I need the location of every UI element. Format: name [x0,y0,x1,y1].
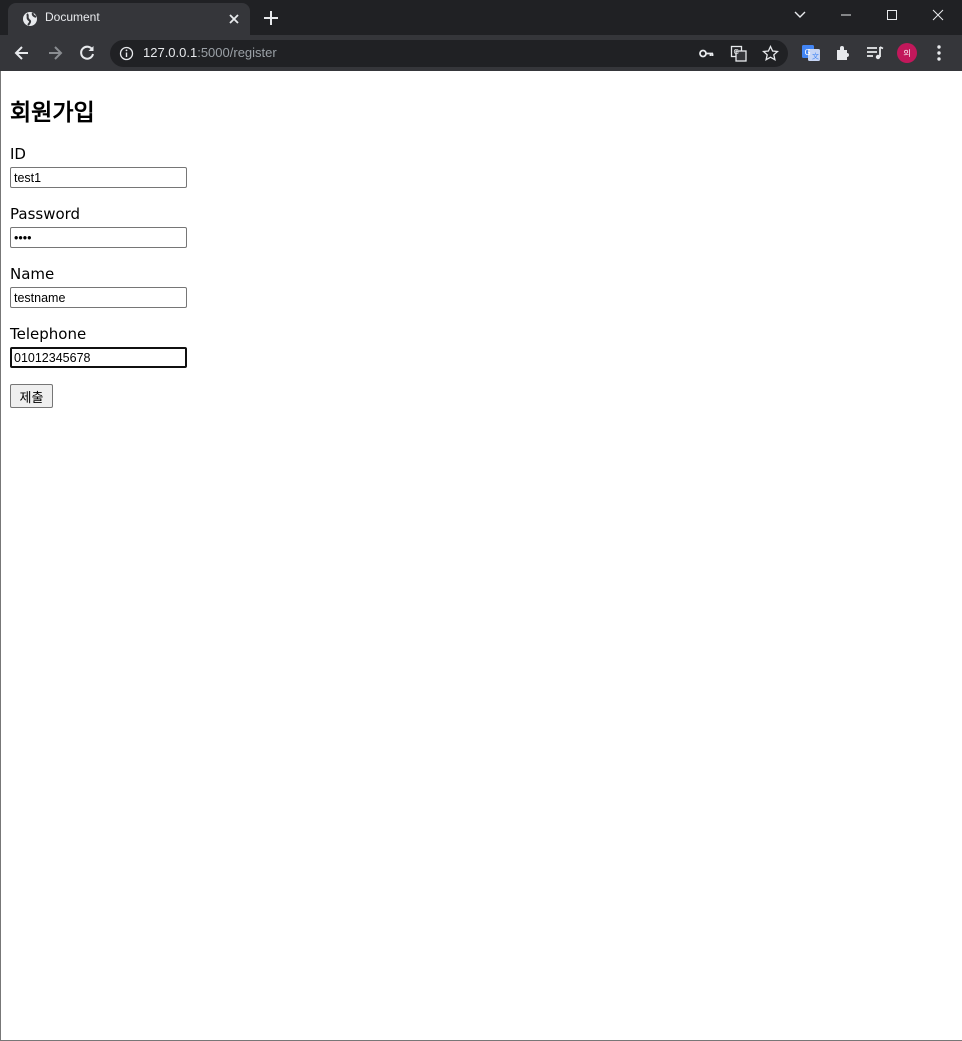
minimize-button[interactable] [823,0,869,30]
reload-icon[interactable] [77,43,97,63]
close-icon[interactable] [226,11,242,27]
id-field[interactable] [10,167,187,188]
page-title: 회원가입 [10,100,95,126]
telephone-field[interactable] [10,347,187,368]
browser-tab-strip: Document [0,0,962,35]
submit-button[interactable]: 제출 [10,384,53,408]
chevron-down-icon [794,11,806,18]
name-field[interactable] [10,287,187,308]
password-label: Password [10,205,81,223]
url-host: 127.0.0.1 [143,45,198,60]
translate-icon[interactable]: G [730,45,747,62]
avatar[interactable]: 의 [897,43,917,63]
puzzle-icon[interactable] [833,43,853,63]
info-icon[interactable] [119,46,134,61]
tab-title: Document [45,10,100,24]
browser-toolbar: 127.0.0.1:5000/register G G 文 [0,35,962,71]
address-bar[interactable]: 127.0.0.1:5000/register G [110,40,788,67]
star-icon[interactable] [762,45,779,62]
maximize-icon [887,10,897,20]
google-translate-icon[interactable]: G 文 [801,43,821,63]
tab-search-button[interactable] [777,0,823,30]
forward-icon[interactable] [45,43,65,63]
maximize-button[interactable] [869,0,915,30]
page-content: 회원가입 ID Password Name Telephone 제출 [0,71,962,1041]
id-label: ID [10,145,26,163]
url-path: :5000/register [197,45,277,60]
back-icon[interactable] [12,43,32,63]
name-label: Name [10,265,55,283]
plus-icon[interactable] [262,9,280,27]
browser-tab[interactable]: Document [8,3,250,35]
svg-text:G: G [805,48,811,57]
menu-dots-icon[interactable] [929,43,949,63]
window-close-icon [932,9,944,21]
reading-list-icon[interactable] [865,43,885,63]
key-icon[interactable] [698,45,715,62]
telephone-label: Telephone [10,325,87,343]
url-text[interactable]: 127.0.0.1:5000/register [143,45,277,60]
password-field[interactable] [10,227,187,248]
svg-text:G: G [734,48,739,56]
svg-text:文: 文 [812,52,819,61]
minimize-icon [841,14,851,16]
globe-icon [23,12,37,26]
window-close-button[interactable] [915,0,961,30]
